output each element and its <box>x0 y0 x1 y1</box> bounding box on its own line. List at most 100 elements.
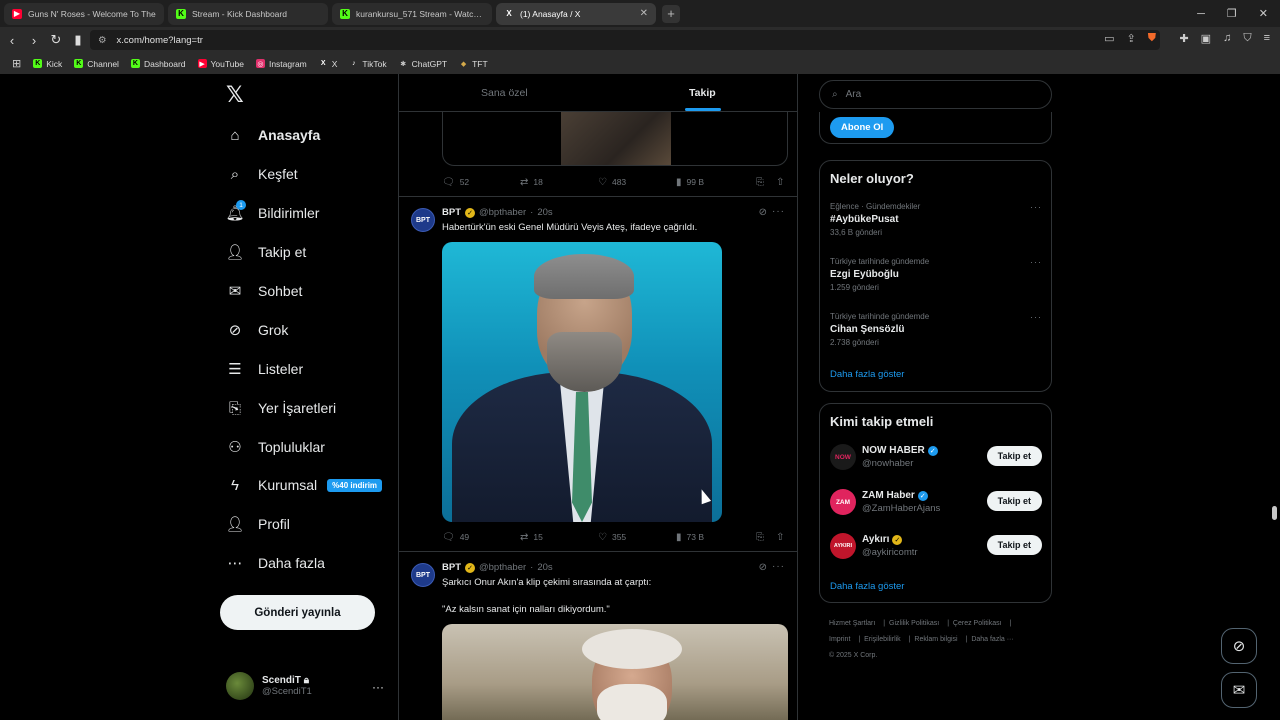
bookmark-item[interactable]: XX <box>319 59 338 69</box>
sidebar-item-profile[interactable]: 👤︎ Profil <box>225 515 289 533</box>
author-handle[interactable]: @bpthaber <box>479 562 526 573</box>
like-button[interactable]: ♡ 483 <box>598 177 676 188</box>
sidebar-item-more[interactable]: ⋯ Daha fazla <box>226 554 325 572</box>
bookmark-item[interactable]: K Kick <box>33 59 62 69</box>
post-image[interactable] <box>442 242 722 522</box>
post-avatar[interactable]: BPT <box>411 208 435 232</box>
post-time[interactable]: 20s <box>537 562 552 573</box>
trend-more-icon[interactable]: ··· <box>1030 202 1042 212</box>
trend-item[interactable]: Türkiye tarihinde gündemde Ezgi Eyüboğlu… <box>830 257 1042 292</box>
site-settings-icon[interactable]: ⚙ <box>98 35 107 46</box>
follow-button[interactable]: Takip et <box>986 535 1042 555</box>
trend-more-icon[interactable]: ··· <box>1030 257 1042 267</box>
sidebar-item-explore[interactable]: ⌕ Keşfet <box>226 165 298 183</box>
footer-link[interactable]: Çerez Politikası <box>953 620 1002 627</box>
reply-button[interactable]: 🗨︎ 49 <box>442 532 520 543</box>
page-scrollbar[interactable] <box>1271 74 1277 720</box>
bookmark-item[interactable]: ▶ YouTube <box>197 59 244 69</box>
sidebar-item-follow[interactable]: 👤︎ Takip et <box>225 243 306 261</box>
author-name[interactable]: BPT <box>442 562 461 573</box>
close-tab-icon[interactable]: ✕ <box>640 8 648 19</box>
bookmark-item[interactable]: K Channel <box>74 59 119 69</box>
post-avatar[interactable]: BPT <box>411 563 435 587</box>
post-more-icon[interactable]: ··· <box>772 561 785 572</box>
footer-link[interactable]: Gizlilik Politikası <box>889 620 939 627</box>
bookmark-button[interactable]: ⎘ <box>756 532 776 543</box>
back-icon[interactable]: ‹ <box>2 33 22 48</box>
follow-button[interactable]: Takip et <box>986 491 1042 511</box>
tab-following[interactable]: Takip <box>689 87 716 99</box>
sidebar-item-lists[interactable]: ☰ Listeler <box>226 360 303 378</box>
bookmark-item[interactable]: ♪ TikTok <box>349 59 387 69</box>
sidebar-item-home[interactable]: ⌂ Anasayfa <box>226 126 320 144</box>
footer-link[interactable]: Hizmet Şartları <box>829 620 875 627</box>
bookmark-item[interactable]: ◆ TFT <box>459 59 488 69</box>
bookmark-button[interactable]: ⎘ <box>756 177 776 188</box>
footer-link[interactable]: Daha fazla ··· <box>971 636 1013 643</box>
footer-link[interactable]: Reklam bilgisi <box>914 636 957 643</box>
address-bar[interactable]: ⚙ x.com/home?lang=tr <box>90 30 1160 50</box>
post-media[interactable] <box>442 112 788 166</box>
forward-icon[interactable]: › <box>24 33 44 48</box>
like-button[interactable]: ♡ 355 <box>598 532 676 543</box>
minimize-icon[interactable]: ─ <box>1197 8 1205 20</box>
post-more-icon[interactable]: ··· <box>772 206 785 217</box>
tab-for-you[interactable]: Sana özel <box>481 87 528 99</box>
follow-suggestion[interactable]: AYKIRI Aykırı ✓ @aykiricomtr Takip et <box>830 531 1042 561</box>
bookmark-page-icon[interactable]: ▮ <box>68 32 88 48</box>
share-icon[interactable]: ⇪ <box>1127 32 1136 45</box>
search-input[interactable]: ⌕ Ara <box>819 80 1052 109</box>
x-logo-icon[interactable]: 𝕏 <box>226 82 244 108</box>
footer-link[interactable]: Erişilebilirlik <box>864 636 901 643</box>
close-window-icon[interactable]: ✕ <box>1259 7 1268 20</box>
sidebar-icon[interactable]: ▣ <box>1201 32 1211 45</box>
repost-button[interactable]: ⇄ 15 <box>520 532 598 543</box>
subscribe-button[interactable]: Abone Ol <box>830 117 895 138</box>
author-handle[interactable]: @bpthaber <box>479 207 526 218</box>
sidebar-item-communities[interactable]: ⚇ Topluluklar <box>226 438 325 456</box>
trend-item[interactable]: Eğlence · Gündemdekiler #AybükePusat 33,… <box>830 202 1042 237</box>
extensions-icon[interactable]: ✚ <box>1179 32 1188 45</box>
grok-icon[interactable]: ⊘ <box>759 562 767 573</box>
scrollbar-thumb[interactable] <box>1272 506 1277 520</box>
maximize-icon[interactable]: ❐ <box>1227 7 1237 20</box>
sidebar-item-bookmarks[interactable]: ⎘ Yer İşaretleri <box>226 399 336 417</box>
bookmark-item[interactable]: ◎ Instagram <box>255 59 307 69</box>
bookmark-item[interactable]: K Dashboard <box>130 59 186 69</box>
reply-button[interactable]: 🗨︎ 52 <box>442 177 520 188</box>
post-button[interactable]: Gönderi yayınla <box>220 595 375 630</box>
grok-fab-icon[interactable]: ⊘ <box>1221 628 1257 664</box>
messages-fab-icon[interactable]: ✉ <box>1221 672 1257 708</box>
media-icon[interactable]: ♫ <box>1223 32 1231 45</box>
show-more-trends-link[interactable]: Daha fazla göster <box>830 369 904 380</box>
menu-icon[interactable]: ≡ <box>1264 32 1270 45</box>
repost-button[interactable]: ⇄ 18 <box>520 177 598 188</box>
cast-icon[interactable]: ▭ <box>1104 32 1114 45</box>
sidebar-item-business[interactable]: ϟ Kurumsal %40 indirim <box>226 476 383 494</box>
share-button[interactable]: ⇧ <box>776 532 784 543</box>
post-time[interactable]: 20s <box>537 207 552 218</box>
views-button[interactable]: ▮ 73 B <box>676 532 756 543</box>
follow-suggestion[interactable]: ZAM ZAM Haber ✓ @ZamHaberAjans Takip et <box>830 487 1042 517</box>
views-button[interactable]: ▮ 99 B <box>676 177 756 188</box>
follow-suggestion[interactable]: NOW NOW HABER ✓ @nowhaber Takip et <box>830 442 1042 472</box>
post-video[interactable] <box>442 624 788 720</box>
account-more-icon[interactable]: ··· <box>372 680 384 694</box>
trend-item[interactable]: Türkiye tarihinde gündemde Cihan Şensözl… <box>830 312 1042 347</box>
sidebar-item-chat[interactable]: ✉ Sohbet <box>226 282 303 300</box>
footer-link[interactable]: Imprint <box>829 636 850 643</box>
author-name[interactable]: BPT <box>442 207 461 218</box>
wallet-icon[interactable]: ⛉ <box>1243 32 1251 45</box>
reload-icon[interactable]: ↻ <box>46 32 66 48</box>
show-more-follow-link[interactable]: Daha fazla göster <box>830 581 904 592</box>
browser-tab[interactable]: ▶ Guns N' Roses - Welcome To The <box>4 2 164 25</box>
browser-tab[interactable]: K Stream - Kick Dashboard <box>168 2 328 25</box>
sidebar-item-notifications[interactable]: 🔔︎ 1 Bildirimler <box>225 200 319 222</box>
share-button[interactable]: ⇧ <box>776 177 784 188</box>
shield-icon[interactable]: ⛊ <box>1148 32 1156 45</box>
sidebar-item-grok[interactable]: ⊘ Grok <box>226 321 289 339</box>
grok-icon[interactable]: ⊘ <box>759 207 767 218</box>
bookmark-item[interactable]: ✱ ChatGPT <box>399 59 447 69</box>
browser-tab-active[interactable]: X (1) Anasayfa / X ✕ <box>496 2 656 25</box>
account-switcher[interactable]: ScendiT 🔒︎ @ScendiT1 <box>226 672 312 700</box>
